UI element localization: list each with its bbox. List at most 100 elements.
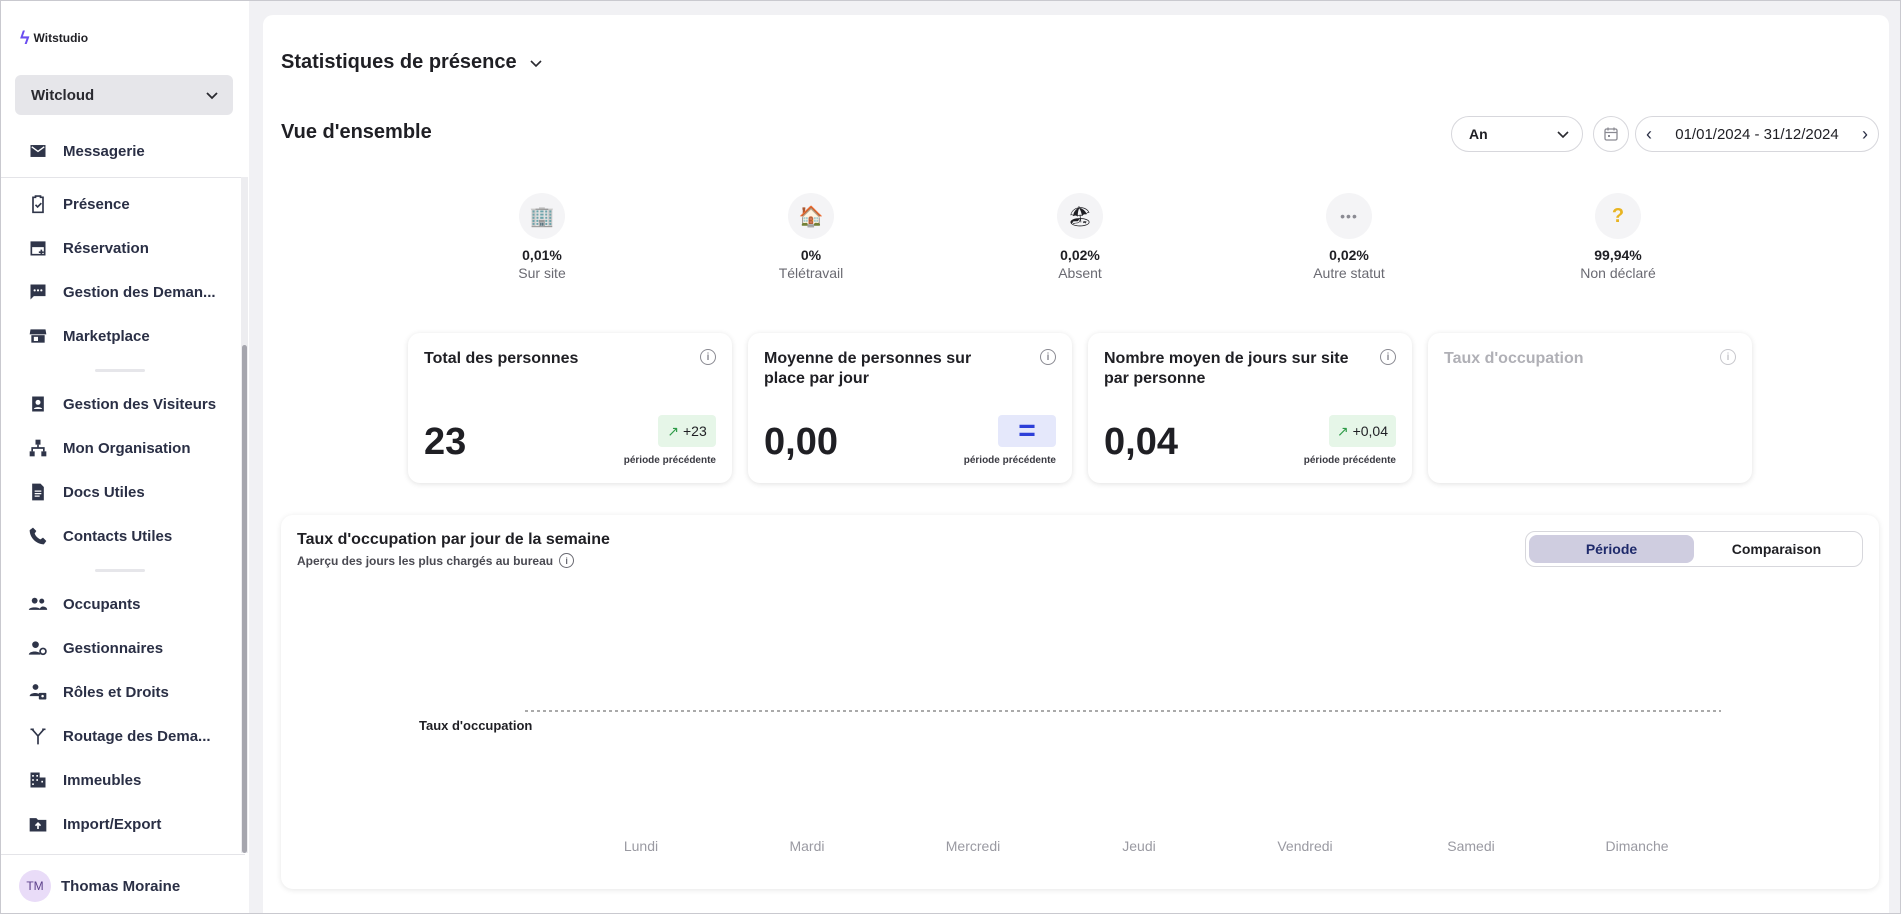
sidebar-item-docs-utiles[interactable]: Docs Utiles	[27, 477, 145, 507]
card-value: 0,04	[1104, 421, 1178, 463]
house-icon: 🏠	[788, 193, 834, 239]
card-value: 0,00	[764, 421, 838, 463]
status-sur-site: 🏢 0,01% Sur site	[472, 193, 612, 281]
sidebar-item-label: Marketplace	[63, 327, 150, 345]
info-icon[interactable]: i	[1380, 349, 1396, 365]
chevron-right-icon[interactable]: ›	[1862, 125, 1868, 143]
sidebar-item-marketplace[interactable]: Marketplace	[27, 321, 150, 351]
user-profile[interactable]: TM Thomas Moraine	[19, 870, 180, 902]
x-tick-label: Dimanche	[1605, 838, 1668, 854]
sidebar-item-routage-demandes[interactable]: Routage des Dema...	[27, 721, 211, 751]
sidebar-item-label: Gestionnaires	[63, 639, 164, 657]
arrow-up-right-icon: ↗	[667, 422, 679, 439]
status-teletravail: 🏠 0% Télétravail	[741, 193, 881, 281]
chart-subtitle-text: Aperçu des jours les plus chargés au bur…	[297, 553, 554, 568]
people-icon	[27, 593, 49, 615]
date-range-picker[interactable]: ‹ 01/01/2024 - 31/12/2024 ›	[1635, 116, 1879, 152]
chevron-down-icon	[530, 59, 542, 67]
sidebar-item-label: Immeubles	[63, 771, 142, 789]
calendar-add-icon	[27, 237, 49, 259]
sidebar-item-gestionnaires[interactable]: Gestionnaires	[27, 633, 163, 663]
page-title: Statistiques de présence	[281, 51, 517, 73]
chevron-down-icon	[1557, 131, 1569, 139]
sidebar-group-divider	[95, 369, 145, 372]
sidebar-item-messagerie[interactable]: Messagerie	[27, 136, 145, 166]
toggle-periode[interactable]: Période	[1529, 535, 1694, 563]
calendar-button[interactable]	[1593, 116, 1629, 152]
brand-logo[interactable]: ϟ Witstudio	[20, 29, 88, 47]
period-select[interactable]: An	[1451, 116, 1583, 152]
card-comparison-label: période précédente	[963, 455, 1056, 466]
question-icon: ?	[1595, 193, 1641, 239]
card-title: Moyenne de personnes sur place par jour	[764, 350, 972, 387]
sidebar-scrollbar-thumb[interactable]	[242, 345, 247, 853]
sidebar-item-gestion-demandes[interactable]: Gestion des Deman...	[27, 277, 216, 307]
building-icon	[27, 769, 49, 791]
workspace-name: Witcloud	[31, 86, 95, 104]
app-window: ϟ Witstudio Witcloud Messagerie Présence…	[0, 0, 1901, 914]
folder-upload-icon	[27, 813, 49, 835]
status-percent: 0,02%	[1060, 247, 1100, 263]
user-name: Thomas Moraine	[61, 877, 181, 895]
chart-mode-toggle: Période Comparaison	[1525, 531, 1863, 567]
chevron-left-icon[interactable]: ‹	[1646, 125, 1652, 143]
brand-name: Witstudio	[33, 31, 89, 45]
document-icon	[27, 481, 49, 503]
trend-badge-equal: =	[998, 414, 1056, 447]
clipboard-check-icon	[27, 193, 49, 215]
reference-line-label: Taux d'occupation	[419, 718, 532, 733]
card-comparison-label: période précédente	[623, 455, 716, 466]
card-value: 23	[424, 421, 467, 463]
status-non-declare: ? 99,94% Non déclaré	[1548, 193, 1688, 281]
trend-badge: ↗ +23	[658, 415, 716, 447]
workspace-selector[interactable]: Witcloud	[15, 75, 233, 115]
occupation-chart: Taux d'occupation Lundi Mardi Mercredi Jeudi…	[419, 710, 1721, 854]
status-label: Autre statut	[1313, 265, 1385, 281]
sidebar-item-gestion-visiteurs[interactable]: Gestion des Visiteurs	[27, 389, 216, 419]
sidebar-item-occupants[interactable]: Occupants	[27, 589, 141, 619]
kpi-card-jours-sur-site: Nombre moyen de jours sur site par perso…	[1088, 333, 1412, 483]
chart-panel: Taux d'occupation par jour de la semaine…	[281, 515, 1879, 889]
sidebar-item-mon-organisation[interactable]: Mon Organisation	[27, 433, 191, 463]
status-absent: 🏖 0,02% Absent	[1010, 193, 1150, 281]
info-icon[interactable]: i	[700, 349, 716, 365]
x-tick-label: Jeudi	[1122, 838, 1155, 854]
sidebar-item-label: Mon Organisation	[63, 439, 191, 457]
sidebar-item-label: Gestion des Visiteurs	[63, 395, 217, 413]
period-value: An	[1469, 126, 1488, 142]
sidebar-group-divider	[95, 569, 145, 572]
org-chart-icon	[27, 437, 49, 459]
sidebar-item-label: Docs Utiles	[63, 483, 145, 501]
sidebar-item-label: Réservation	[63, 239, 149, 257]
x-tick-label: Mercredi	[946, 838, 1000, 854]
status-label: Sur site	[518, 265, 566, 281]
date-range-value: 01/01/2024 - 31/12/2024	[1675, 125, 1839, 143]
status-percent: 99,94%	[1594, 247, 1642, 263]
sidebar: ϟ Witstudio Witcloud Messagerie Présence…	[1, 1, 249, 913]
sidebar-item-label: Présence	[63, 195, 130, 213]
sidebar-item-import-export[interactable]: Import/Export	[27, 809, 161, 839]
card-title: Total des personnes	[424, 350, 579, 367]
sidebar-item-contacts-utiles[interactable]: Contacts Utiles	[27, 521, 172, 551]
sidebar-item-label: Contacts Utiles	[63, 527, 173, 545]
chart-title: Taux d'occupation par jour de la semaine	[297, 531, 610, 548]
sidebar-item-reservation[interactable]: Réservation	[27, 233, 149, 263]
status-percent: 0,01%	[522, 247, 562, 263]
kpi-card-moyenne-personnes: Moyenne de personnes sur place par jour …	[748, 333, 1072, 483]
arrow-up-right-icon: ↗	[1336, 422, 1349, 439]
info-icon[interactable]: i	[1040, 349, 1056, 365]
visitor-badge-icon	[27, 393, 49, 415]
chat-dots-icon	[27, 281, 49, 303]
card-comparison-label: période précédente	[1303, 455, 1396, 466]
trend-value: +0,04	[1352, 423, 1388, 439]
beach-icon: 🏖	[1057, 193, 1103, 239]
info-icon[interactable]: i	[559, 553, 575, 568]
page-title-dropdown[interactable]: Statistiques de présence	[281, 51, 543, 74]
sidebar-item-label: Messagerie	[63, 142, 145, 160]
status-percent: 0,02%	[1329, 247, 1369, 263]
toggle-comparaison[interactable]: Comparaison	[1694, 535, 1859, 563]
info-icon[interactable]: i	[1720, 349, 1736, 365]
sidebar-item-presence[interactable]: Présence	[27, 189, 130, 219]
sidebar-item-immeubles[interactable]: Immeubles	[27, 765, 141, 795]
sidebar-item-roles-droits[interactable]: Rôles et Droits	[27, 677, 169, 707]
